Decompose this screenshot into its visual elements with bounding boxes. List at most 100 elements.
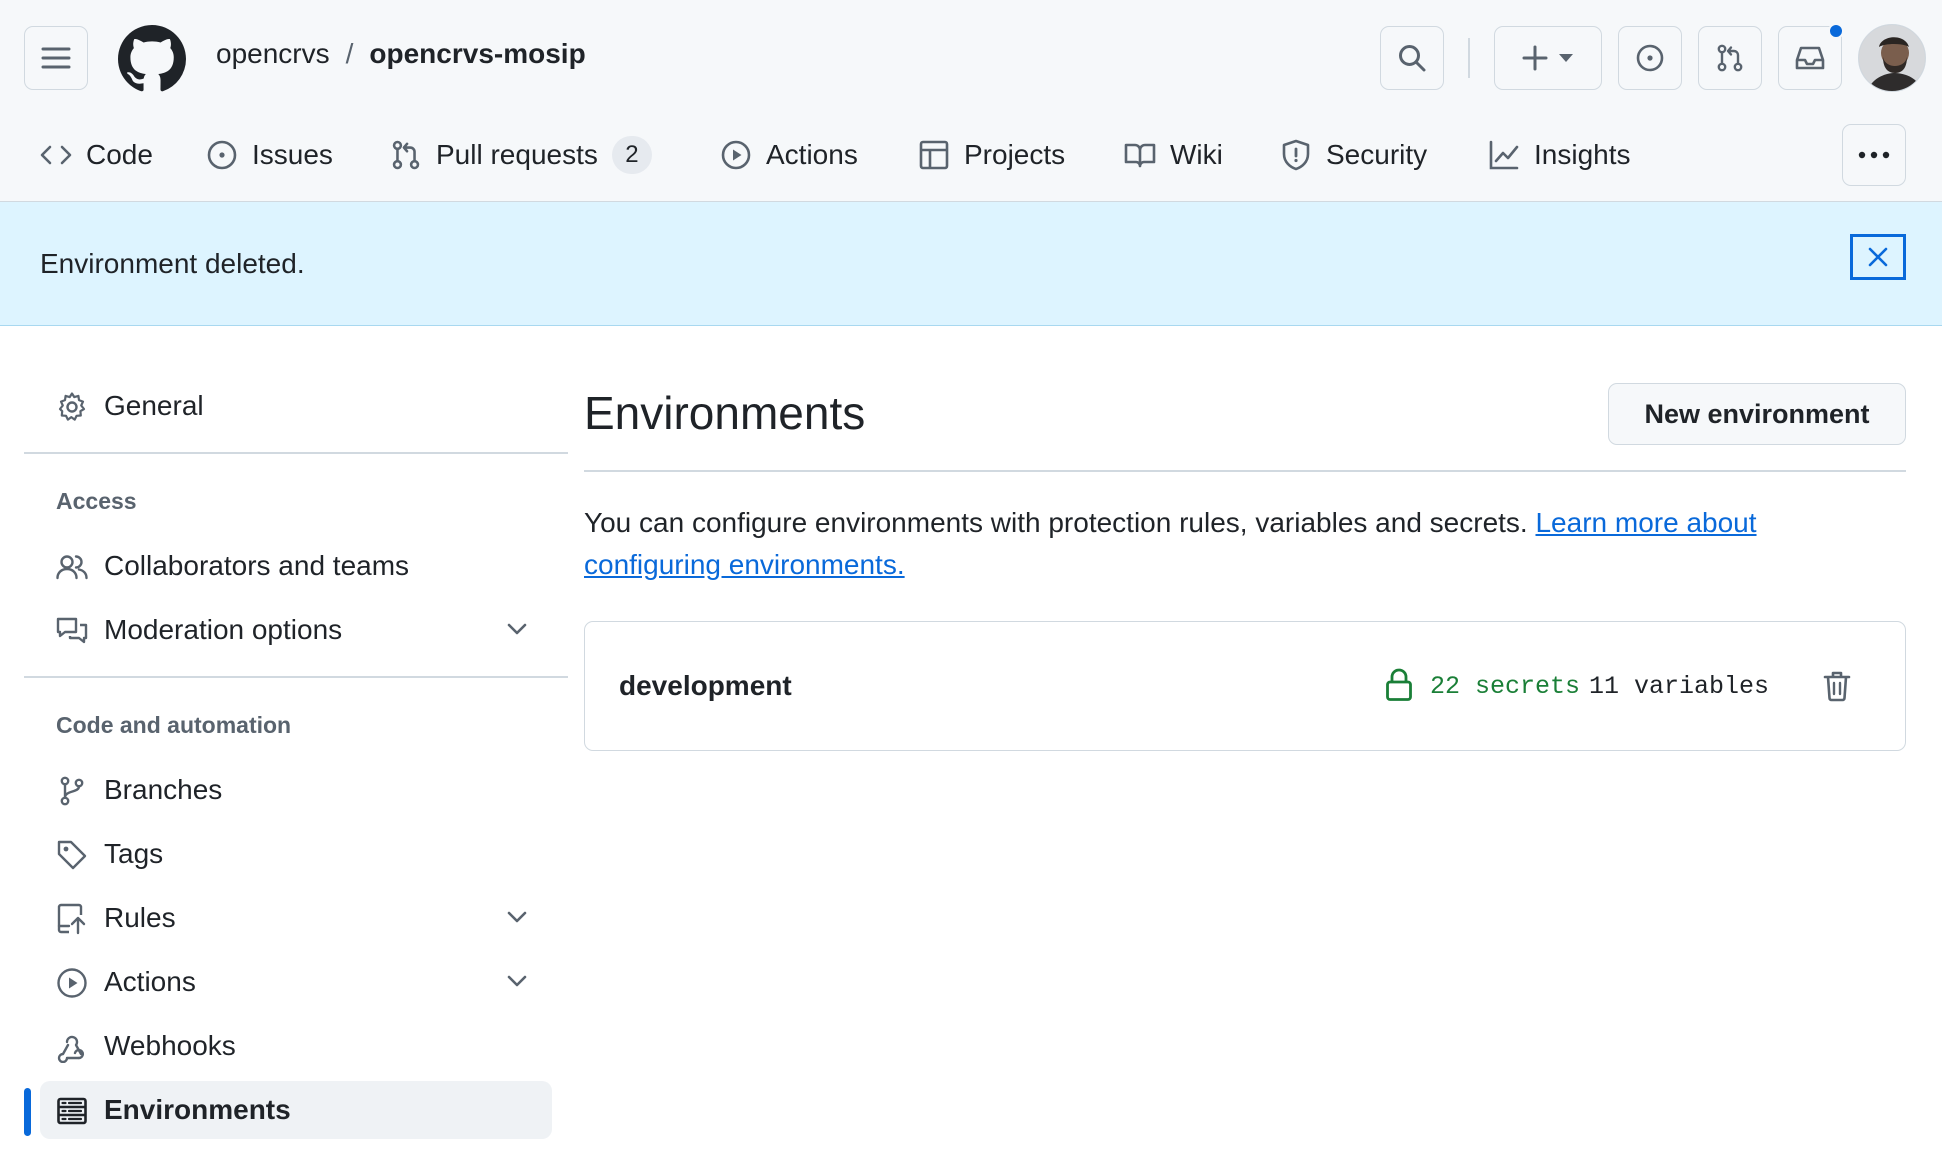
your-pull-requests-button[interactable] [1698,26,1762,90]
search-icon [1399,45,1426,72]
tab-security[interactable]: Security [1280,118,1427,192]
trash-icon [1823,671,1851,702]
tab-issues[interactable]: Issues [206,118,333,192]
tab-projects[interactable]: Projects [918,118,1065,192]
play-icon [57,968,87,998]
sidebar-item-moderation[interactable]: Moderation options [40,601,552,659]
sidebar-item-environments[interactable]: Environments [40,1081,552,1139]
sidebar-item-label: Moderation options [104,614,343,645]
tab-wiki[interactable]: Wiki [1124,118,1223,192]
sidebar-item-label: Webhooks [104,1030,236,1061]
active-indicator [24,1088,31,1136]
sidebar-divider [24,676,568,678]
table-icon [919,140,949,170]
tab-code[interactable]: Code [40,118,153,192]
more-tabs-button[interactable] [1842,124,1906,186]
git-pull-request-icon [1717,44,1743,72]
book-icon [1124,143,1156,168]
sidebar-divider [24,452,568,454]
breadcrumb-repo[interactable]: opencrvs-mosip [369,38,585,70]
tab-projects-label: Projects [964,139,1066,170]
dismiss-flash-button[interactable] [1850,234,1906,280]
repo-push-icon [57,903,86,935]
inbox-icon [1795,46,1825,70]
hamburger-icon [41,47,71,69]
environment-name-link[interactable]: development [619,670,792,702]
kebab-horizontal-icon [1858,151,1890,159]
tab-issues-label: Issues [252,139,333,170]
breadcrumb-separator: / [345,38,354,69]
new-environment-button[interactable]: New environment [1608,383,1906,445]
top-bar: opencrvs / opencrvs-mosip [0,0,1942,118]
pull-requests-counter: 2 [611,136,652,174]
chevron-down-icon [507,911,527,923]
sidebar-item-label: Environments [104,1094,291,1125]
gear-icon [58,392,86,421]
tab-pull-requests[interactable]: Pull requests 2 [390,118,652,192]
page-title: Environments [584,387,866,439]
tab-insights-label: Insights [1534,139,1631,170]
github-logo-icon[interactable] [118,25,186,93]
shield-icon [1282,139,1310,171]
tag-icon [57,840,87,870]
sidebar-item-label: Tags [104,838,164,869]
notification-indicator [1828,23,1844,39]
environment-secrets-count: 22 secrets [1430,672,1581,701]
graph-icon [1489,140,1519,170]
search-button[interactable] [1380,26,1444,90]
tab-insights[interactable]: Insights [1488,118,1631,192]
lock-icon [1386,668,1412,701]
tab-actions[interactable]: Actions [720,118,858,192]
app-header: opencrvs / opencrvs-mosip Code Issues Pu… [0,0,1942,202]
delete-environment-button[interactable] [1817,666,1857,706]
chevron-down-icon [507,623,527,635]
comment-discussion-icon [56,617,88,644]
chevron-down-icon [507,975,527,987]
sidebar-item-tags[interactable]: Tags [40,825,552,883]
tab-pull-requests-label: Pull requests [436,139,598,170]
issue-opened-icon [1636,44,1664,72]
tab-code-label: Code [86,139,153,170]
sidebar-item-branches[interactable]: Branches [40,761,552,819]
close-icon [1868,247,1888,267]
tab-security-label: Security [1326,139,1428,170]
sidebar-item-label: Actions [104,966,196,997]
git-pull-request-icon [392,140,420,170]
title-divider [584,470,1906,472]
sidebar-item-label: Branches [104,774,223,805]
tab-actions-label: Actions [766,139,858,170]
your-issues-button[interactable] [1618,26,1682,90]
avatar[interactable] [1858,24,1926,92]
breadcrumb: opencrvs / opencrvs-mosip [216,38,586,70]
environment-row: development 22 secrets 11 variables [584,621,1906,751]
flash-banner: Environment deleted. [0,202,1942,326]
webhook-icon [57,1035,85,1063]
sidebar-item-actions[interactable]: Actions [40,953,552,1011]
open-menu-button[interactable] [24,26,88,90]
sidebar-item-general[interactable]: General [40,377,552,435]
sidebar-item-collaborators[interactable]: Collaborators and teams [40,537,552,595]
sidebar-section-access: Access [56,488,137,514]
create-new-button[interactable] [1494,26,1602,90]
flash-message: Environment deleted. [40,248,305,279]
plus-icon [1522,45,1548,71]
server-icon [57,1097,87,1125]
description-text: You can configure environments with prot… [584,507,1536,538]
code-icon [40,145,72,165]
environment-variables-count: 11 variables [1589,672,1770,701]
sidebar-item-label: General [104,390,204,421]
breadcrumb-owner[interactable]: opencrvs [216,38,330,70]
triangle-down-icon [1559,54,1573,62]
sidebar-item-webhooks[interactable]: Webhooks [40,1017,552,1075]
play-icon [721,140,751,170]
issue-opened-icon [207,140,237,170]
sidebar-item-rules[interactable]: Rules [40,889,552,947]
header-divider [1468,38,1470,78]
description: You can configure environments with prot… [584,502,1894,586]
tab-wiki-label: Wiki [1170,139,1223,170]
people-icon [56,555,88,580]
sidebar-item-label: Collaborators and teams [104,550,410,581]
sidebar-section-code-automation: Code and automation [56,712,292,738]
repo-nav: Code Issues Pull requests 2 Actions Proj… [0,118,1942,192]
git-branch-icon [60,776,84,806]
